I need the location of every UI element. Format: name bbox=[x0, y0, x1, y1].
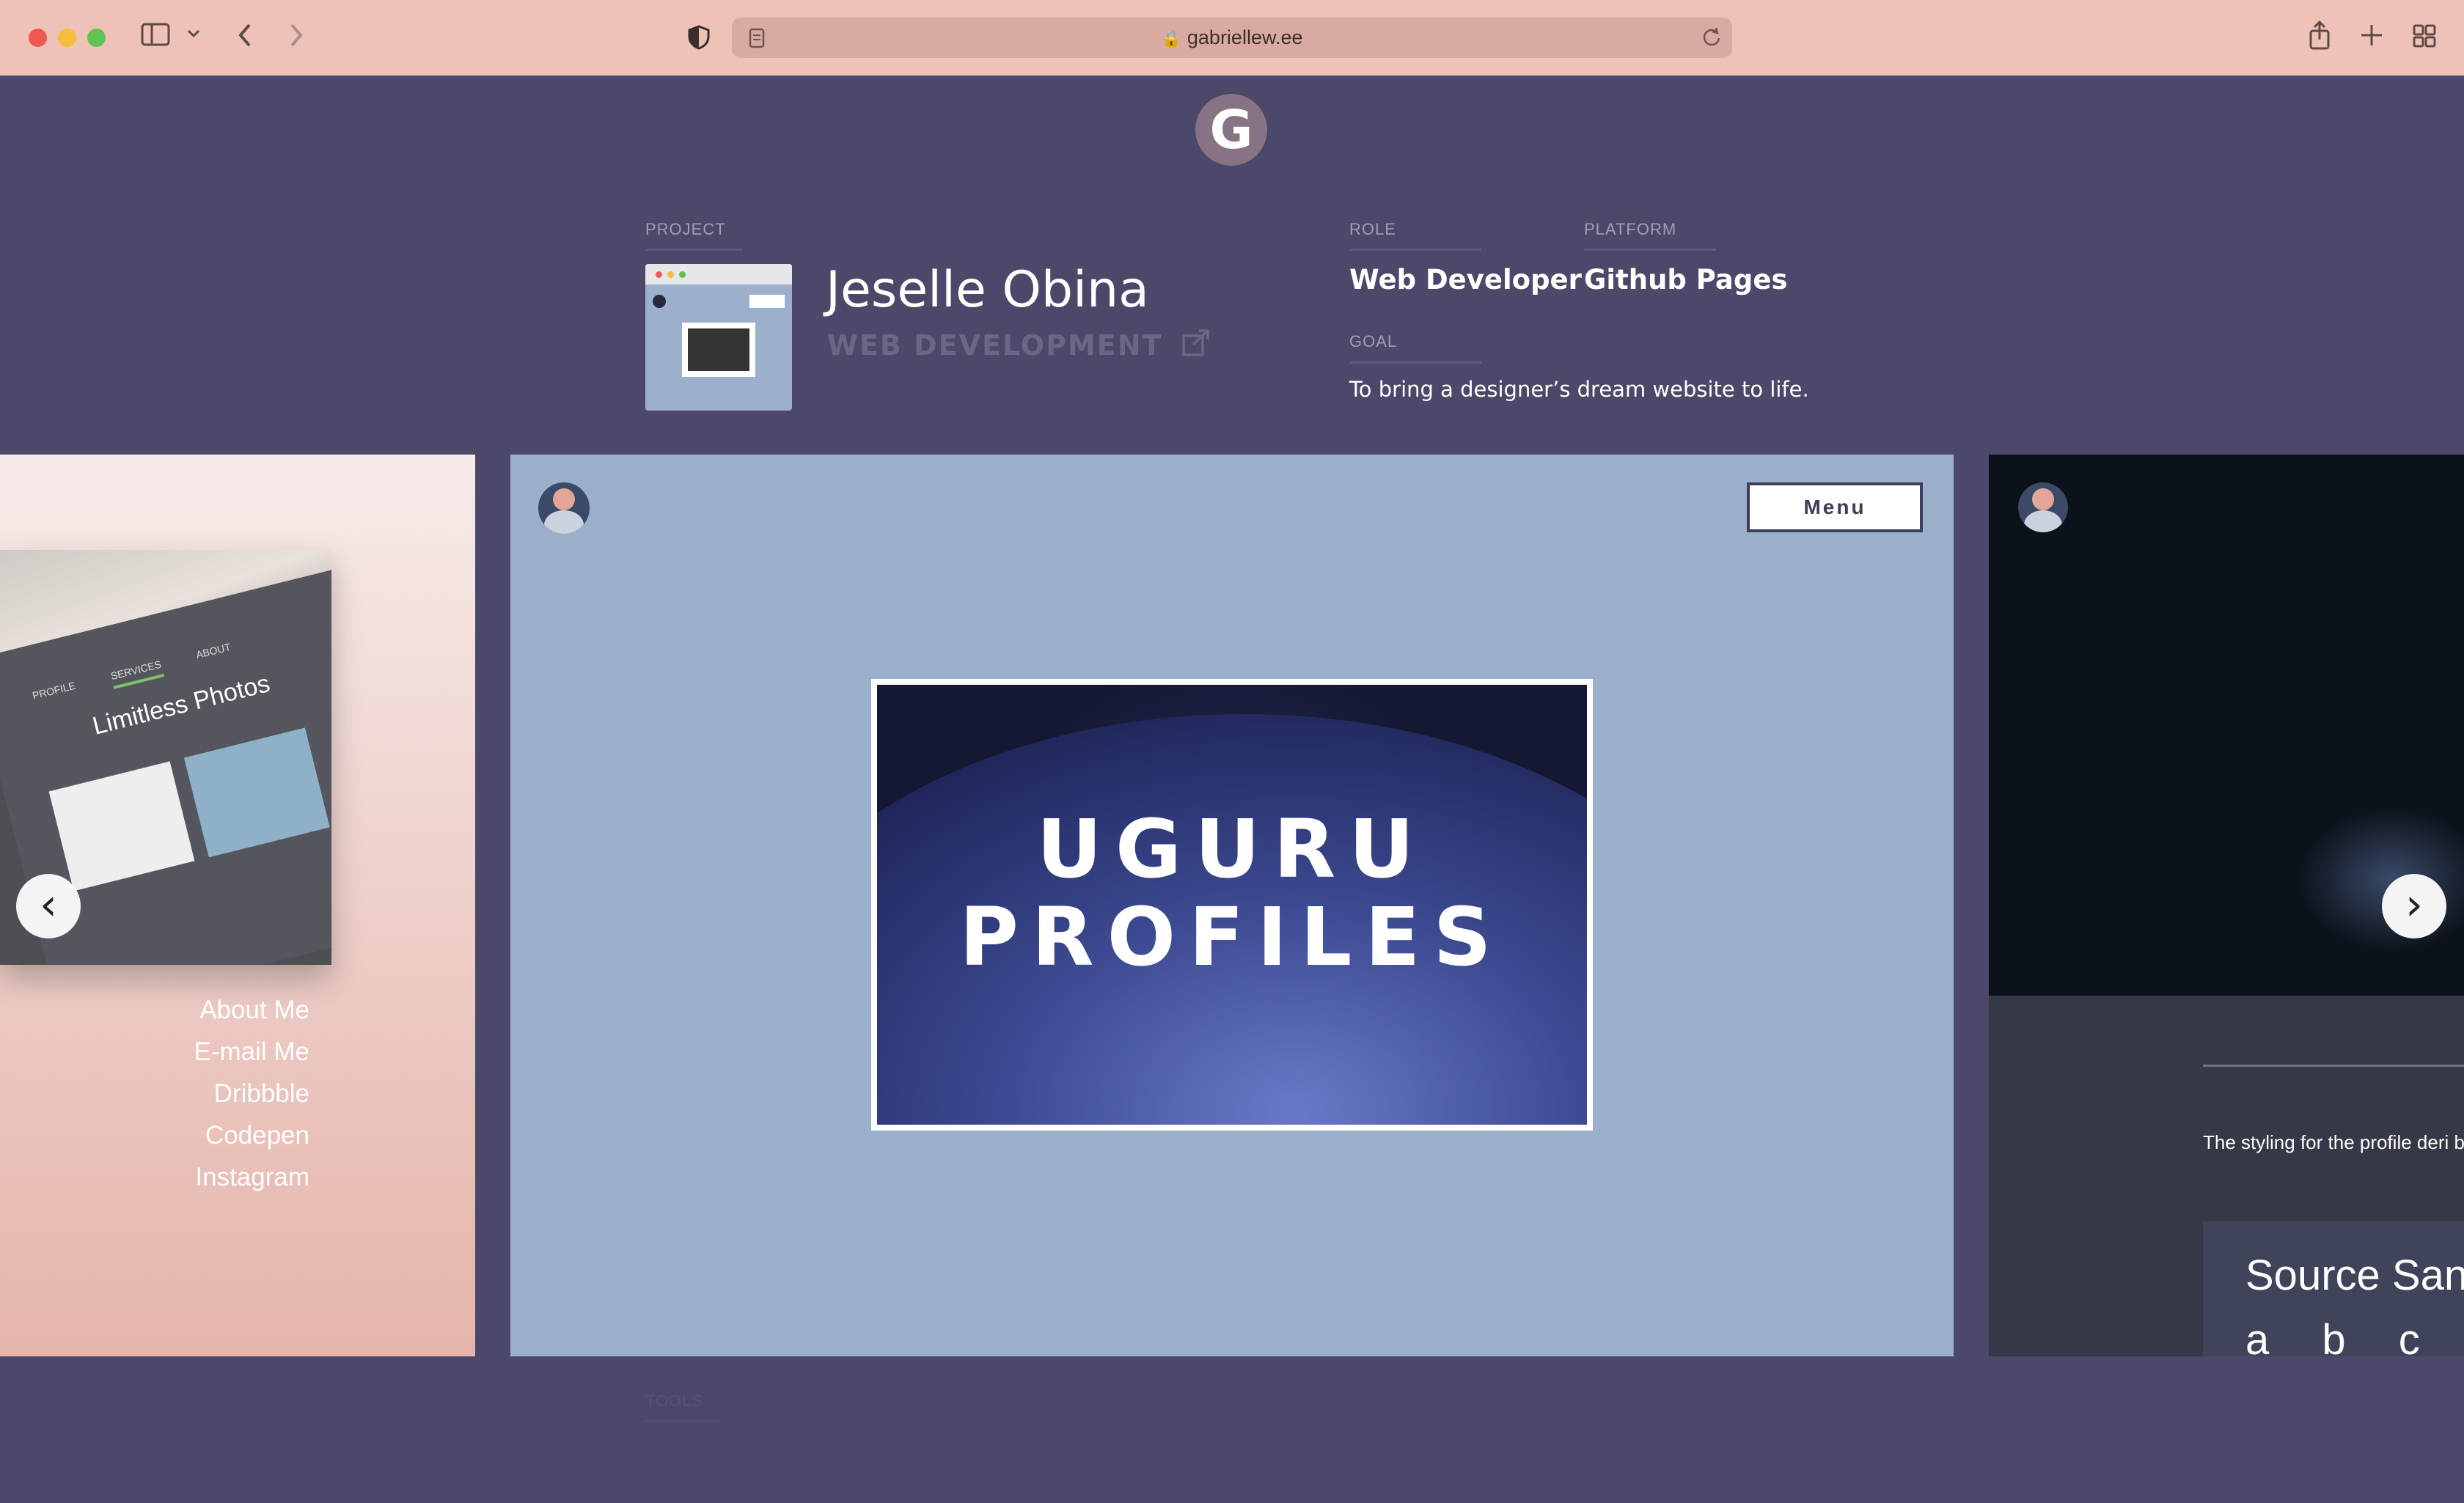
mock-nav-item: PROFILE bbox=[31, 679, 77, 702]
font-sample-title: Source Sans bbox=[2245, 1252, 2464, 1299]
dribbble-link[interactable]: Dribbble bbox=[214, 1079, 309, 1109]
minimize-window-button[interactable] bbox=[58, 29, 76, 47]
thumb-dot bbox=[679, 271, 686, 278]
avatar-face bbox=[2032, 488, 2054, 510]
carousel-slide-current: Menu UGURU PROFILES bbox=[510, 455, 1954, 1356]
thumb-menu bbox=[749, 295, 785, 308]
plus-icon[interactable] bbox=[2360, 23, 2383, 50]
carousel-prev-button[interactable]: ‹ bbox=[16, 874, 81, 938]
zoom-window-button[interactable] bbox=[87, 29, 106, 47]
font-sample-card: Source Sans a b c d bbox=[2203, 1221, 2464, 1356]
platform-value: Github Pages bbox=[1584, 264, 1788, 295]
avatar-body bbox=[2024, 510, 2062, 532]
avatar[interactable] bbox=[2018, 482, 2068, 532]
thumb-dot bbox=[667, 271, 674, 278]
avatar-face bbox=[553, 488, 575, 510]
url-value: gabriellew.ee bbox=[1187, 26, 1303, 48]
smoke bbox=[2297, 806, 2464, 953]
font-sample-letters: a b c d bbox=[2245, 1316, 2464, 1356]
thumb-hero bbox=[688, 328, 749, 371]
divider bbox=[645, 1420, 719, 1422]
styling-text: The styling for the profile deri brand p… bbox=[2203, 1131, 2464, 1153]
hero-title-line1: UGURU bbox=[1036, 802, 1428, 896]
external-link-icon[interactable] bbox=[1181, 328, 1211, 364]
chevron-left-icon: ‹ bbox=[40, 879, 57, 930]
thumb-avatar bbox=[653, 295, 666, 308]
instagram-link[interactable]: Instagram bbox=[195, 1163, 309, 1192]
project-label: PROJECT bbox=[645, 220, 726, 238]
divider bbox=[1349, 249, 1481, 251]
back-icon[interactable] bbox=[236, 22, 254, 51]
email-me-link[interactable]: E-mail Me bbox=[194, 1037, 309, 1067]
tools-label: TOOLS bbox=[645, 1392, 704, 1410]
mock-photo bbox=[48, 761, 195, 892]
tab-overview-icon[interactable] bbox=[2413, 24, 2436, 51]
divider bbox=[1584, 249, 1716, 251]
hero-image: UGURU PROFILES bbox=[871, 679, 1593, 1131]
project-title: Jeselle Obina bbox=[826, 261, 1149, 319]
thumb-hero-frame bbox=[682, 323, 755, 377]
mock-nav-item: SERVICES bbox=[109, 658, 164, 689]
goal-value: To bring a designer’s dream website to l… bbox=[1349, 377, 1809, 402]
hero-title-line2: PROFILES bbox=[959, 890, 1505, 984]
sidebar-icon[interactable] bbox=[141, 22, 172, 47]
lock-icon: 🔒 bbox=[1161, 29, 1181, 48]
project-category[interactable]: WEB DEVELOPMENT bbox=[827, 328, 1211, 364]
menu-button[interactable]: Menu bbox=[1747, 482, 1923, 532]
divider bbox=[645, 249, 742, 251]
chevron-down-icon[interactable] bbox=[186, 26, 201, 44]
url-text: 🔒 gabriellew.ee bbox=[732, 18, 1732, 58]
reload-icon[interactable] bbox=[1701, 27, 1722, 51]
role-label: ROLE bbox=[1349, 220, 1396, 238]
role-value: Web Developer bbox=[1349, 264, 1582, 295]
thumb-dot bbox=[656, 271, 662, 278]
shield-icon[interactable] bbox=[688, 25, 710, 53]
address-bar[interactable]: 🔒 gabriellew.ee bbox=[732, 18, 1732, 58]
project-category-text: WEB DEVELOPMENT bbox=[827, 329, 1163, 361]
mock-nav-item: ABOUT bbox=[194, 640, 232, 661]
codepen-link[interactable]: Codepen bbox=[205, 1121, 309, 1150]
about-me-link[interactable]: About Me bbox=[199, 996, 309, 1025]
site-logo[interactable]: G bbox=[1195, 94, 1267, 166]
goal-label: GOAL bbox=[1349, 332, 1398, 350]
mock-photo bbox=[183, 727, 330, 858]
share-icon[interactable] bbox=[2307, 20, 2332, 53]
forward-icon[interactable] bbox=[287, 22, 305, 51]
divider bbox=[2203, 1065, 2464, 1067]
chevron-right-icon: › bbox=[2405, 879, 2423, 930]
logo-letter: G bbox=[1209, 99, 1253, 161]
browser-toolbar: 🔒 gabriellew.ee bbox=[0, 0, 2464, 76]
platform-label: PLATFORM bbox=[1584, 220, 1677, 238]
project-thumbnail bbox=[645, 264, 792, 411]
avatar[interactable] bbox=[538, 482, 590, 534]
close-window-button[interactable] bbox=[29, 29, 47, 47]
carousel-next-button[interactable]: › bbox=[2382, 874, 2446, 938]
divider bbox=[1349, 361, 1481, 364]
avatar-body bbox=[544, 510, 584, 534]
